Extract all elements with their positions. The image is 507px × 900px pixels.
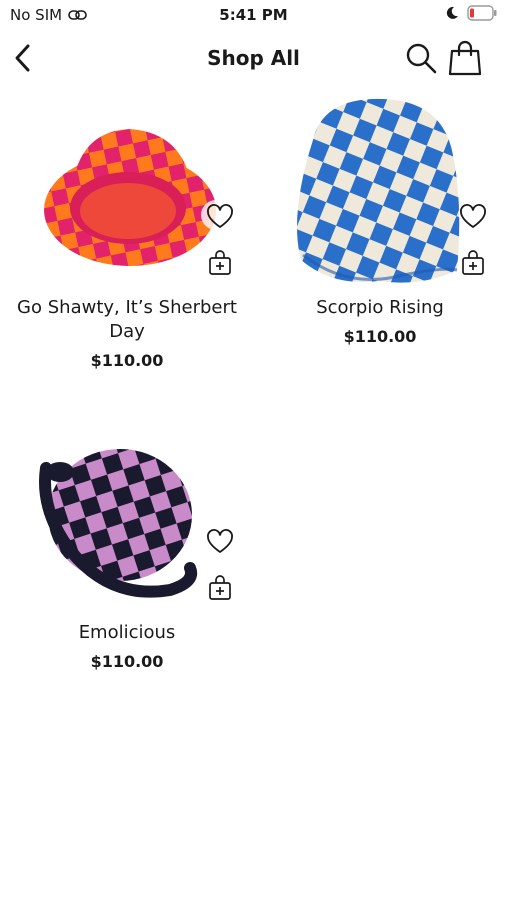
product-price: $110.00 — [343, 327, 417, 346]
status-time: 5:41 PM — [219, 6, 288, 24]
product-card[interactable]: Emolicious $110.00 — [0, 420, 250, 680]
status-right — [445, 5, 497, 21]
product-name[interactable]: Go Shawty, It’s Sherbert Day — [0, 296, 254, 344]
product-name[interactable]: Scorpio Rising — [253, 296, 507, 320]
bag-plus-icon[interactable] — [207, 250, 233, 276]
product-card[interactable]: Scorpio Rising $110.00 — [253, 95, 503, 355]
moon-icon — [446, 6, 458, 19]
nav-bar: Shop All — [0, 38, 507, 78]
heart-icon[interactable] — [459, 203, 487, 231]
product-price: $110.00 — [90, 351, 164, 370]
battery-icon — [467, 5, 497, 21]
search-icon[interactable] — [404, 41, 438, 75]
heart-icon[interactable] — [206, 203, 234, 231]
product-price: $110.00 — [90, 652, 164, 671]
heart-icon[interactable] — [206, 528, 234, 556]
bag-plus-icon[interactable] — [460, 250, 486, 276]
product-card[interactable]: Go Shawty, It’s Sherbert Day $110.00 — [0, 95, 250, 380]
product-name[interactable]: Emolicious — [0, 621, 254, 645]
status-bar: No SIM 5:41 PM — [0, 0, 507, 30]
shopping-bag-icon[interactable] — [447, 40, 483, 76]
bag-plus-icon[interactable] — [207, 575, 233, 601]
